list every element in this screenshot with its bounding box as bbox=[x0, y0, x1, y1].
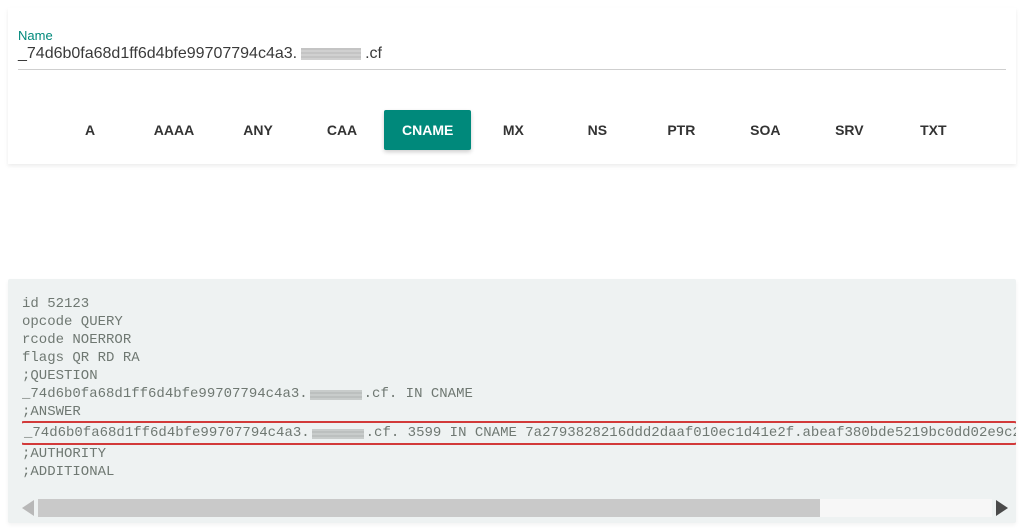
tab-mx[interactable]: MX bbox=[471, 110, 555, 150]
record-type-tabs: AAAAAANYCAACNAMEMXNSPTRSOASRVTXT bbox=[48, 110, 1006, 150]
result-output: id 52123 opcode QUERY rcode NOERROR flag… bbox=[22, 295, 1016, 481]
tab-a[interactable]: A bbox=[48, 110, 132, 150]
result-line: rcode NOERROR bbox=[22, 331, 1016, 349]
redacted-segment bbox=[312, 429, 364, 439]
tab-cname[interactable]: CNAME bbox=[384, 110, 471, 150]
result-line: id 52123 bbox=[22, 295, 1016, 313]
redacted-segment bbox=[310, 390, 362, 400]
tab-ns[interactable]: NS bbox=[555, 110, 639, 150]
redacted-segment bbox=[301, 48, 361, 60]
result-answer-line: _74d6b0fa68d1ff6d4bfe99707794c4a3..cf. 3… bbox=[22, 424, 1016, 442]
tab-srv[interactable]: SRV bbox=[807, 110, 891, 150]
scroll-right-icon[interactable] bbox=[996, 500, 1008, 516]
tab-ptr[interactable]: PTR bbox=[639, 110, 723, 150]
result-line: ;QUESTION bbox=[22, 367, 1016, 385]
tab-soa[interactable]: SOA bbox=[723, 110, 807, 150]
name-input[interactable]: _74d6b0fa68d1ff6d4bfe99707794c4a3. .cf bbox=[18, 45, 1006, 70]
result-line: flags QR RD RA bbox=[22, 349, 1016, 367]
result-line: opcode QUERY bbox=[22, 313, 1016, 331]
tab-aaaa[interactable]: AAAA bbox=[132, 110, 216, 150]
tab-caa[interactable]: CAA bbox=[300, 110, 384, 150]
result-line: ;ANSWER bbox=[22, 403, 1016, 421]
name-input-label: Name bbox=[18, 28, 1006, 43]
scroll-track[interactable] bbox=[38, 499, 992, 517]
name-input-value-prefix: _74d6b0fa68d1ff6d4bfe99707794c4a3. bbox=[18, 45, 297, 63]
query-card: Name _74d6b0fa68d1ff6d4bfe99707794c4a3. … bbox=[8, 8, 1016, 164]
result-question-line: _74d6b0fa68d1ff6d4bfe99707794c4a3..cf. I… bbox=[22, 385, 1016, 403]
result-card: id 52123 opcode QUERY rcode NOERROR flag… bbox=[8, 279, 1016, 523]
scroll-left-icon[interactable] bbox=[22, 500, 34, 516]
result-line: ;AUTHORITY bbox=[22, 445, 1016, 463]
tab-any[interactable]: ANY bbox=[216, 110, 300, 150]
name-input-value-suffix: .cf bbox=[365, 45, 382, 63]
horizontal-scrollbar[interactable] bbox=[22, 499, 1016, 517]
scroll-thumb[interactable] bbox=[38, 499, 820, 517]
answer-highlight: _74d6b0fa68d1ff6d4bfe99707794c4a3..cf. 3… bbox=[22, 421, 1016, 445]
tab-txt[interactable]: TXT bbox=[891, 110, 975, 150]
result-line: ;ADDITIONAL bbox=[22, 463, 1016, 481]
